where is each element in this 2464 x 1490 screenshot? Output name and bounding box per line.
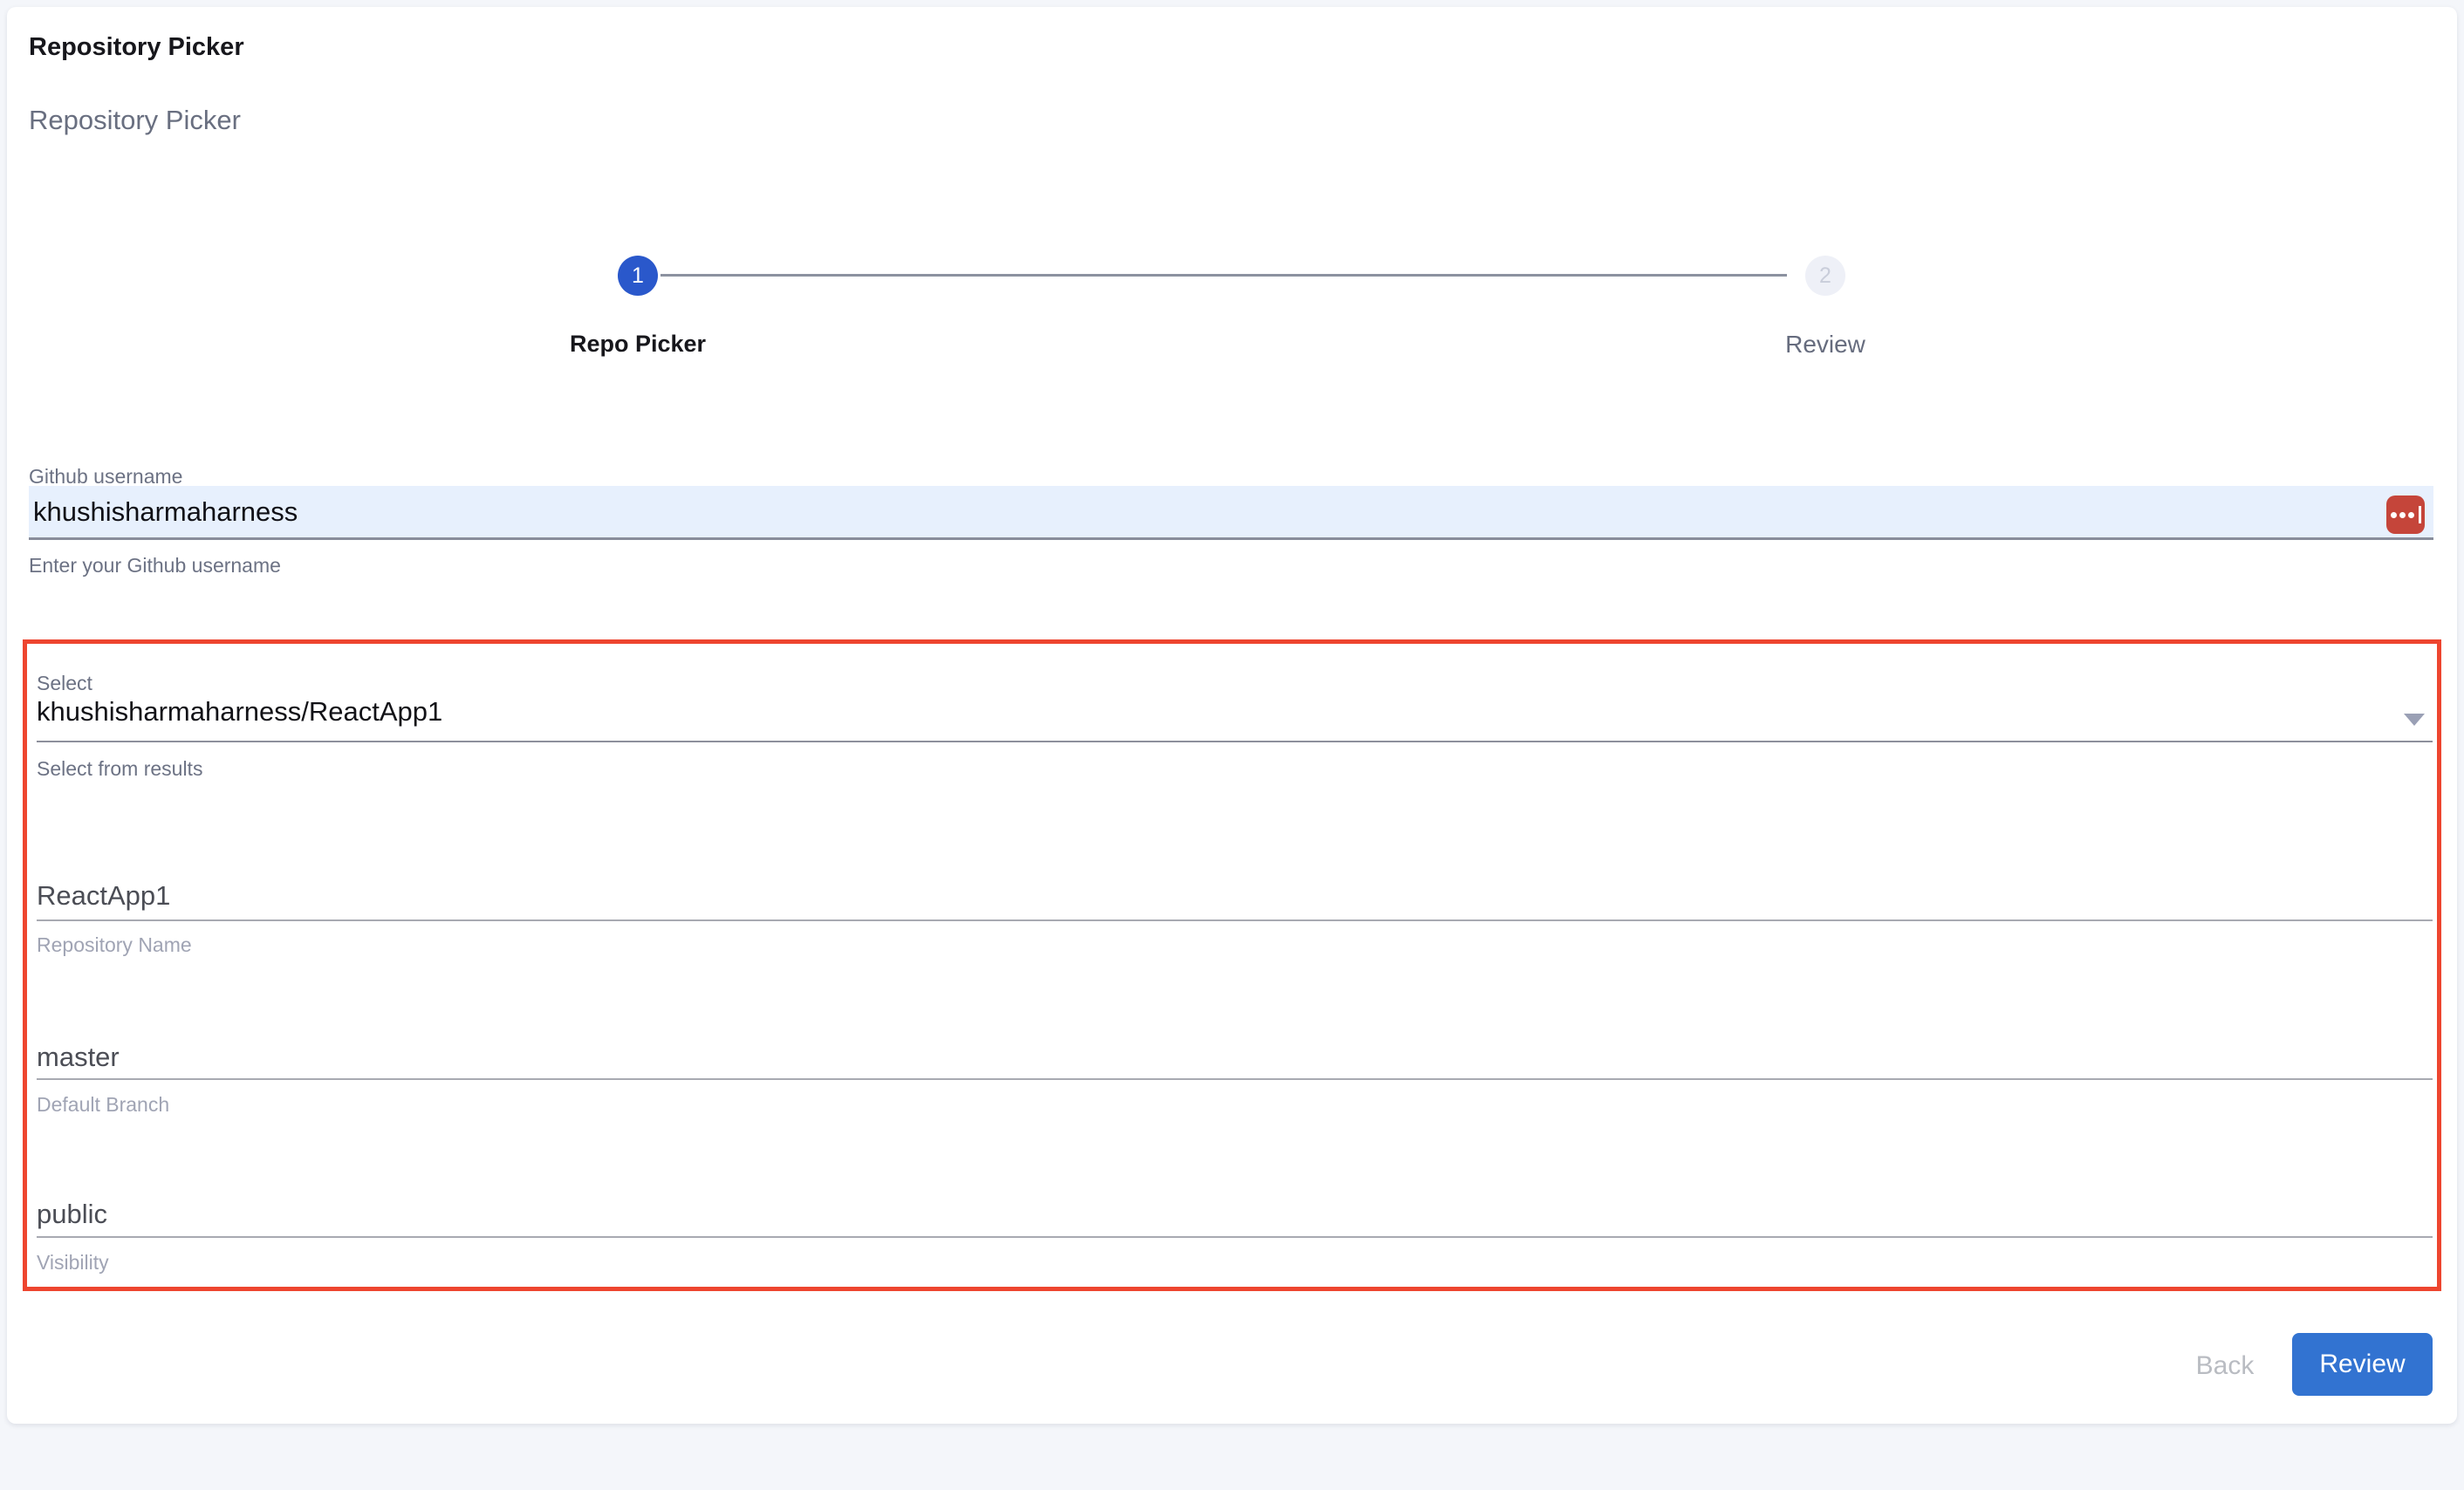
chevron-down-icon[interactable]	[2404, 714, 2425, 726]
default-branch-underline	[37, 1078, 2433, 1080]
visibility-underline	[37, 1236, 2433, 1238]
step-1-circle[interactable]: 1	[618, 256, 658, 296]
lastpass-dot	[2391, 512, 2397, 518]
visibility-value[interactable]: public	[37, 1198, 107, 1230]
visibility-label: Visibility	[37, 1251, 109, 1275]
step-2-number: 2	[1819, 265, 1831, 287]
repository-name-value[interactable]: ReactApp1	[37, 879, 170, 912]
highlight-region: Select khushisharmaharness/ReactApp1 Sel…	[23, 639, 2441, 1291]
page-title: Repository Picker	[29, 35, 244, 60]
step-1-number: 1	[632, 265, 644, 287]
page-subtitle: Repository Picker	[29, 106, 241, 133]
step-1-label: Repo Picker	[507, 330, 769, 358]
step-2-label: Review	[1694, 330, 1956, 359]
lastpass-dot	[2399, 512, 2406, 518]
lastpass-autofill-icon[interactable]	[2386, 496, 2425, 534]
step-2-circle[interactable]: 2	[1805, 256, 1845, 296]
repository-name-label: Repository Name	[37, 933, 192, 958]
repository-name-underline	[37, 919, 2433, 921]
repository-picker-card: Repository Picker Repository Picker 1 2 …	[7, 7, 2457, 1424]
repo-select-underline	[37, 741, 2433, 742]
repo-select-value[interactable]: khushisharmaharness/ReactApp1	[37, 695, 442, 728]
default-branch-label: Default Branch	[37, 1093, 169, 1118]
lastpass-dot	[2408, 512, 2414, 518]
github-username-input[interactable]	[29, 486, 2433, 540]
repo-select-helper: Select from results	[37, 757, 202, 782]
back-button[interactable]: Back	[2181, 1343, 2269, 1389]
github-username-helper: Enter your Github username	[29, 554, 281, 578]
review-button[interactable]: Review	[2292, 1333, 2433, 1396]
default-branch-value[interactable]: master	[37, 1041, 120, 1073]
repo-select-label: Select	[37, 672, 92, 696]
lastpass-bar	[2419, 506, 2421, 523]
stepper-connector-line	[660, 274, 1787, 277]
